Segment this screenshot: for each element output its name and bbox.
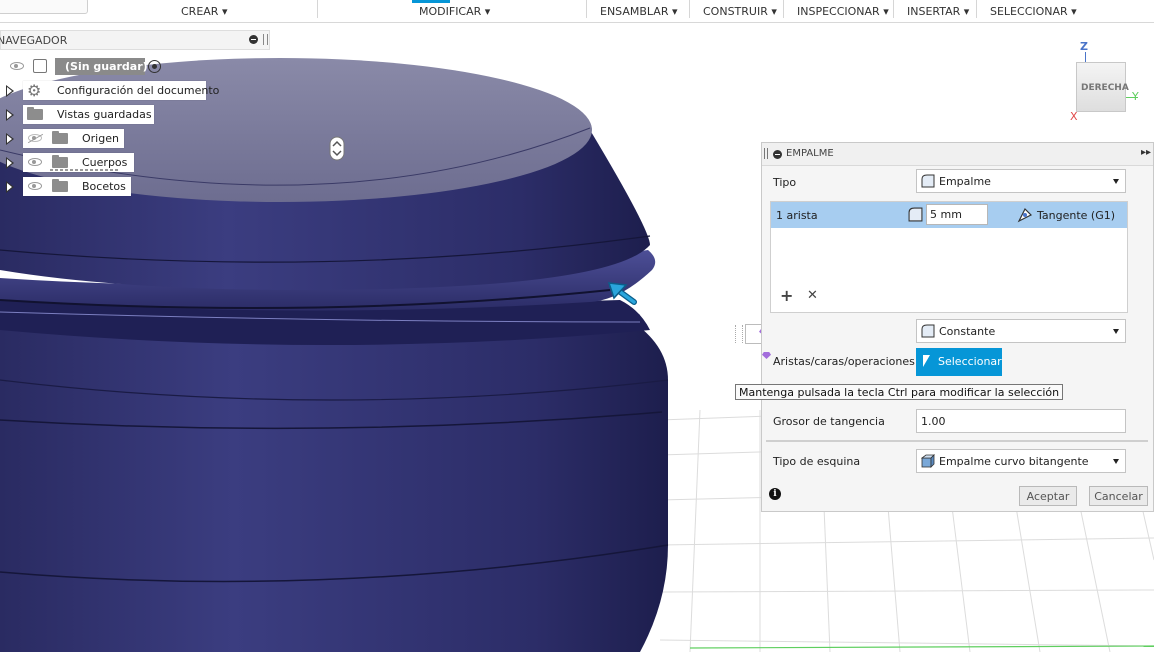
edge-name: 1 arista	[776, 209, 818, 222]
item-label: Origen	[82, 132, 119, 145]
toolbar-separator	[689, 0, 690, 18]
viewcube-face-label: DERECHA	[1081, 83, 1129, 93]
drag-handle[interactable]	[735, 325, 743, 343]
type-dropdown[interactable]: Empalme	[916, 169, 1126, 193]
tooltip: Mantenga pulsada la tecla Ctrl para modi…	[735, 384, 1064, 400]
viewcube-face[interactable]: DERECHA	[1076, 62, 1129, 112]
toolbar-separator	[586, 0, 587, 18]
item-label: Cuerpos	[82, 156, 128, 169]
dialog-title: EMPALME	[786, 148, 834, 159]
browser-item-configuracion[interactable]: ⚙ Configuración del documento	[0, 81, 219, 100]
item-label: Configuración del documento	[57, 84, 220, 97]
cancel-button[interactable]: Cancelar	[1089, 486, 1148, 506]
component-icon	[33, 59, 47, 73]
expand-arrow-icon[interactable]	[6, 109, 14, 121]
expand-panel-icon[interactable]: ▸▸	[1141, 147, 1151, 158]
menu-insertar[interactable]: INSERTAR ▾	[907, 5, 969, 18]
browser-item-vistas-guardadas[interactable]: Vistas guardadas	[0, 105, 154, 124]
divider	[766, 440, 1148, 442]
expand-arrow-icon[interactable]	[6, 181, 14, 193]
grip-icon[interactable]	[764, 148, 768, 159]
visibility-eye-icon[interactable]	[28, 182, 42, 190]
axis-x-label: X	[1070, 110, 1078, 123]
root-label: (Sin guardar)	[65, 60, 148, 73]
toolbar-separator	[976, 0, 977, 18]
select-button[interactable]: Seleccionar	[916, 348, 1002, 376]
viewcube[interactable]: Z DERECHA Y X	[1066, 40, 1154, 125]
radius-icon	[908, 207, 923, 222]
pivot-marker[interactable]	[329, 136, 345, 161]
collapse-icon[interactable]	[773, 150, 782, 159]
add-icon[interactable]: +	[780, 286, 793, 305]
tangent-continuity-icon	[1017, 207, 1033, 223]
gear-icon: ⚙	[27, 81, 42, 100]
constant-radius-icon	[921, 324, 935, 338]
tangency-label: Grosor de tangencia	[773, 415, 885, 428]
browser-item-origen[interactable]: Origen	[0, 129, 124, 148]
ok-button[interactable]: Aceptar	[1019, 486, 1077, 506]
selection-gem-icon	[762, 352, 771, 359]
folder-icon	[52, 131, 68, 144]
chevron-down-icon	[1113, 329, 1119, 334]
toolbar-separator	[783, 0, 784, 18]
menu-construir[interactable]: CONSTRUIR ▾	[703, 5, 777, 18]
folder-icon	[27, 107, 43, 120]
lower-body[interactable]	[0, 300, 668, 652]
visibility-eye-icon[interactable]	[28, 158, 42, 166]
menu-crear[interactable]: CREAR ▾	[181, 5, 227, 18]
item-label: Vistas guardadas	[57, 108, 152, 121]
corner-type-dropdown[interactable]: Empalme curvo bitangente	[916, 449, 1126, 473]
edge-row[interactable]: 1 arista 5 mm Tangente (G1)	[771, 202, 1127, 228]
fillet-type-icon	[921, 174, 935, 188]
browser-item-bocetos[interactable]: Bocetos	[0, 177, 131, 196]
active-menu-indicator	[412, 0, 450, 3]
visibility-eye-icon[interactable]	[10, 62, 24, 70]
chevron-down-icon	[1113, 179, 1119, 184]
chevron-down-icon	[1113, 459, 1119, 464]
grip-icon[interactable]	[263, 34, 268, 45]
axis-z-label: Z	[1080, 40, 1088, 53]
menu-ensamblar[interactable]: ENSAMBLAR ▾	[600, 5, 678, 18]
corner-type-label: Tipo de esquina	[773, 455, 861, 468]
fillet-dialog: EMPALME ▸▸ Tipo Empalme 1 arista 5 mm Ta…	[761, 142, 1154, 512]
browser-item-cuerpos[interactable]: Cuerpos	[0, 153, 134, 172]
main-toolbar: CREAR ▾ MODIFICAR ▾ ENSAMBLAR ▾ CONSTRUI…	[0, 0, 1154, 23]
cursor-icon	[923, 355, 930, 367]
continuity-dropdown[interactable]: Tangente (G1)	[1037, 209, 1115, 222]
file-tab-area[interactable]	[0, 0, 88, 14]
collapse-icon[interactable]	[249, 35, 258, 44]
expand-arrow-icon[interactable]	[6, 157, 14, 169]
toolbar-separator	[317, 0, 318, 18]
expand-arrow-icon[interactable]	[6, 85, 14, 97]
folder-icon	[52, 155, 68, 168]
expand-arrow-icon[interactable]	[6, 133, 14, 145]
delete-icon[interactable]: ✕	[807, 288, 818, 303]
menu-inspeccionar[interactable]: INSPECCIONAR ▾	[797, 5, 889, 18]
browser-root[interactable]: (Sin guardar)	[0, 57, 170, 76]
dialog-header[interactable]: EMPALME ▸▸	[762, 143, 1153, 166]
edge-radius-input[interactable]: 5 mm	[926, 204, 988, 225]
menu-seleccionar[interactable]: SELECCIONAR ▾	[990, 5, 1077, 18]
folder-icon	[52, 179, 68, 192]
browser-title: NAVEGADOR	[0, 34, 68, 47]
toolbar-separator	[893, 0, 894, 18]
axis-y-label: Y	[1132, 90, 1139, 103]
menu-modificar[interactable]: MODIFICAR ▾	[419, 5, 490, 18]
radius-type-dropdown[interactable]: Constante	[916, 319, 1126, 343]
browser-header: NAVEGADOR	[0, 30, 270, 50]
info-icon[interactable]: i	[769, 488, 781, 500]
corner-type-icon	[921, 454, 935, 468]
selection-label: Aristas/caras/operaciones	[773, 355, 915, 368]
tangency-input[interactable]: 1.00	[916, 409, 1126, 433]
edge-selection-list[interactable]: 1 arista 5 mm Tangente (G1) + ✕	[770, 201, 1128, 313]
type-label: Tipo	[773, 176, 797, 189]
item-label: Bocetos	[82, 180, 126, 193]
